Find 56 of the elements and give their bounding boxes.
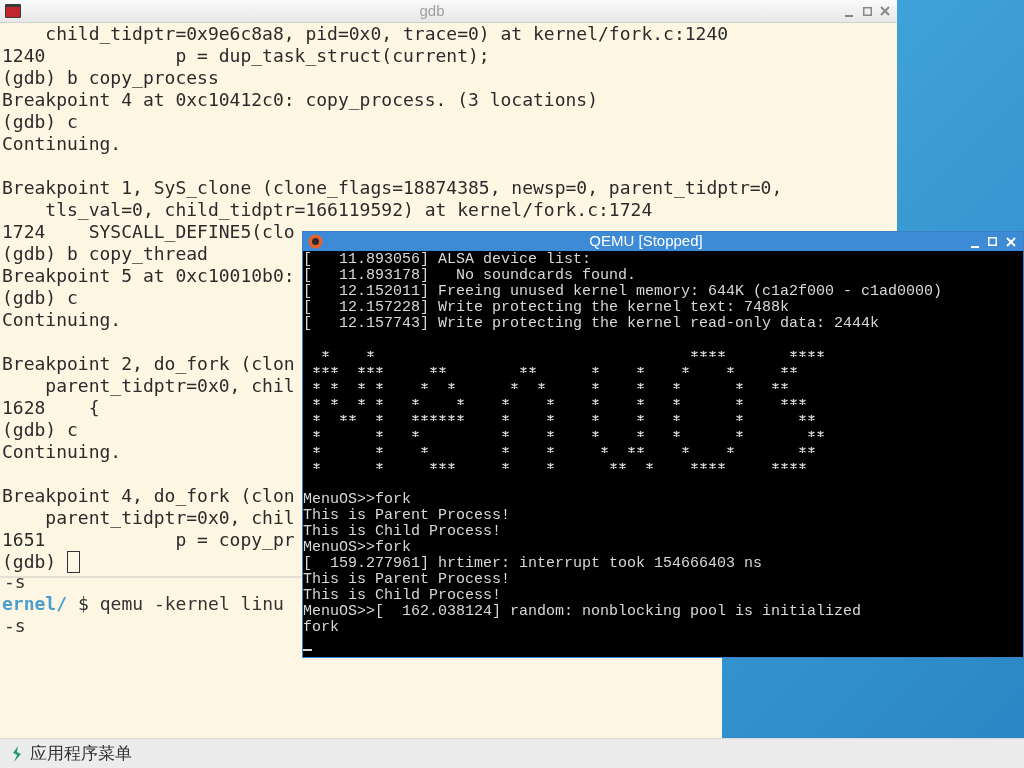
terminal-icon xyxy=(5,4,21,18)
console-line: 1628 { xyxy=(2,397,100,418)
console-line: This is Parent Process! xyxy=(303,507,511,524)
console-line: 1240 p = dup_task_struct(current); xyxy=(2,45,490,66)
console-line: Breakpoint 4, do_fork (clon xyxy=(2,485,295,506)
console-line: child_tidptr=0x9e6c8a8, pid=0x0, trace=0) at kernel/fork.c:1240 xyxy=(44,23,729,44)
console-line: Continuing. xyxy=(2,133,122,154)
console-line: (gdb) b copy_thread xyxy=(2,243,208,264)
minimize-icon xyxy=(971,244,979,248)
console-line: 1724 SYSCALL_DEFINE5(clo xyxy=(2,221,295,242)
qemu-icon xyxy=(308,234,323,249)
app-menu-button[interactable]: 应用程序菜单 xyxy=(0,739,132,768)
console-line: Breakpoint 1, SyS_clone (clone_flags=18874385, newsp=0, parent_tidptr=0, xyxy=(2,177,783,198)
maximize-icon xyxy=(988,237,998,246)
maximize-button[interactable] xyxy=(861,5,873,17)
console-line: Continuing. xyxy=(2,441,122,462)
console-line: parent_tidptr=0x0, chil xyxy=(44,375,295,396)
console-line: (gdb) c xyxy=(2,287,78,308)
close-button[interactable] xyxy=(879,5,891,17)
maximize-button[interactable] xyxy=(987,235,999,248)
text-cursor xyxy=(67,551,81,573)
console-line: [ 12.157743] Write protecting the kernel read-only data: 2444k xyxy=(303,315,880,332)
console-line: [ 159.277961] hrtimer: interrupt took 154666403 ns xyxy=(303,555,763,572)
console-line: (gdb) c xyxy=(2,419,78,440)
console-line: 1651 p = copy_pr xyxy=(2,529,295,550)
console-line: MenuOS>>[ 162.038124] random: nonblocking pool is initialized xyxy=(303,603,862,620)
console-line: fork xyxy=(303,619,339,636)
console-line: (gdb) c xyxy=(2,111,78,132)
close-icon xyxy=(880,6,890,16)
console-line: Breakpoint 5 at 0xc10010b0: xyxy=(2,265,295,286)
terminal-line: -s xyxy=(4,615,26,636)
console-line: This is Child Process! xyxy=(303,523,502,540)
console-line: [ 12.157228] Write protecting the kernel text: 7488k xyxy=(303,299,790,316)
console-line: This is Parent Process! xyxy=(303,571,511,588)
console-line: parent_tidptr=0x0, chil xyxy=(44,507,295,528)
prompt-path: ernel/ xyxy=(2,593,68,615)
console-line: Continuing. xyxy=(2,309,122,330)
console-line: [ 12.152011] Freeing unused kernel memory: 644K (c1a2f000 - c1ad0000) xyxy=(303,283,943,300)
gdb-prompt: (gdb) xyxy=(2,551,57,573)
terminal-line: $ qemu -kernel linu xyxy=(78,593,284,615)
maximize-icon xyxy=(862,6,872,16)
text-cursor xyxy=(303,649,312,651)
window-title: gdb xyxy=(419,0,445,21)
console-line: Breakpoint 2, do_fork (clon xyxy=(2,353,295,374)
console-line: Breakpoint 4 at 0xc10412c0: copy_process. (3 locations) xyxy=(2,89,599,110)
close-icon xyxy=(1006,236,1016,247)
minimize-icon xyxy=(845,14,853,17)
console-line: tls_val=0, child_tidptr=166119592) at kernel/fork.c:1724 xyxy=(44,199,653,220)
window-title: QEMU [Stopped] xyxy=(589,231,703,252)
console-line: This is Child Process! xyxy=(303,587,502,604)
console-line: MenuOS>>fork xyxy=(303,539,412,556)
console-line: [ 11.893178] No soundcards found. xyxy=(303,267,637,284)
console-line: MenuOS>>fork xyxy=(303,491,412,508)
console-line: [ 11.893056] ALSA device list: xyxy=(303,251,592,268)
terminal-line: -s xyxy=(4,571,26,592)
console-line: (gdb) b copy_process xyxy=(2,67,219,88)
